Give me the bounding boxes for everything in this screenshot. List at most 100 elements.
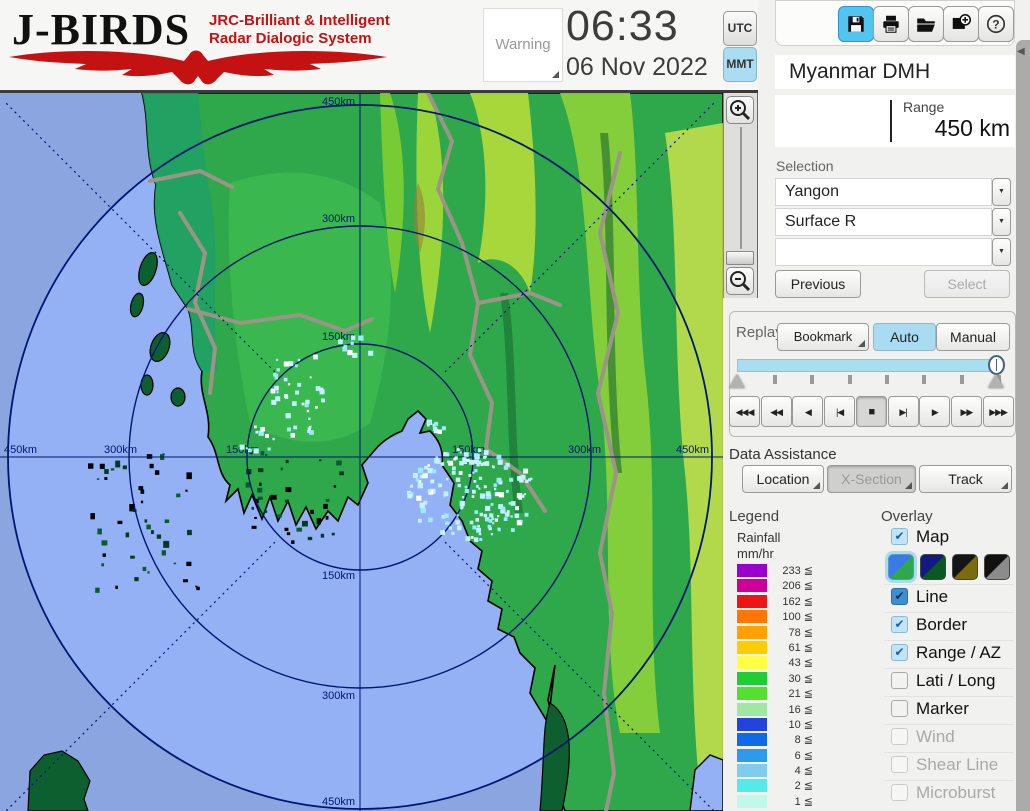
replay-range-marker-start[interactable] [729,374,745,388]
checkbox-range-az[interactable]: ✔ [891,644,908,661]
auto-button[interactable]: Auto [873,323,936,351]
zoom-in-button[interactable] [726,96,754,124]
checkbox-microburst[interactable] [891,784,908,801]
x-section-button[interactable]: X-Section [827,465,916,493]
legend-color-swatch [737,579,767,592]
overlay-item-map[interactable]: ✔Map [884,525,1016,552]
legend-value: 21 ≦ [769,687,813,700]
checkbox-wind[interactable] [891,728,908,745]
overlay-item-microburst[interactable]: Microburst [884,781,1016,808]
legend-row: 4 ≦ [737,763,827,778]
manual-button[interactable]: Manual [936,323,1010,351]
map-zoom-strip [723,93,758,298]
checkbox-map[interactable]: ✔ [891,528,908,545]
playback-forward-fast-button[interactable]: ▶▶▶ [983,396,1014,427]
warning-button[interactable]: Warning [483,8,563,82]
dropdown-product-arrow[interactable]: ▼ [992,208,1011,236]
dropdown-option-arrow[interactable]: ▼ [992,238,1011,266]
clock-date: 06 Nov 2022 [566,53,708,82]
overlay-item-border[interactable]: ✔ Border [884,613,1016,640]
playback-step-first-button[interactable]: |◀ [824,396,855,427]
checkbox-line[interactable]: ✔ [891,588,908,605]
range-label: Range [903,99,944,115]
legend-color-swatch [737,687,767,700]
playback-play-button[interactable]: ▶ [919,396,950,427]
timezone-utc-button[interactable]: UTC [723,11,757,46]
legend-row: 1 ≦ [737,794,827,809]
ring-label: 300km [322,690,355,702]
playback-forward-button[interactable]: ▶▶ [951,396,982,427]
overlay-item-lati-long[interactable]: Lati / Long [884,669,1016,696]
dropdown-option[interactable] [775,238,992,266]
legend-row: 233 ≦ [737,563,827,578]
playback-step-last-button[interactable]: ▶| [888,396,919,427]
legend-value: 10 ≦ [769,718,813,731]
panel-scroll-rail[interactable] [1016,40,1030,811]
dropdown-site[interactable]: Yangon [775,178,992,206]
open-folder-button[interactable] [908,6,944,42]
add-image-button[interactable] [943,6,979,42]
legend-color-swatch [737,733,767,746]
legend-color-swatch [737,626,767,639]
map-style-swatch-3[interactable] [952,554,978,580]
replay-range-marker-end[interactable] [988,374,1004,388]
map-style-swatch-4[interactable] [984,554,1010,580]
overlay-item-label: Border [916,615,967,635]
legend-title-1: Rainfall [737,530,780,545]
legend-row: 8 ≦ [737,732,827,747]
checkbox-shear-line[interactable] [891,756,908,773]
range-value: 450 km [860,115,1010,142]
panel-collapse-arrow-icon[interactable]: ◀ [1017,46,1025,57]
logo-tagline-2: Radar Dialogic System [209,30,372,47]
zoom-slider-track[interactable] [740,127,742,249]
overlay-item-line[interactable]: ✔ Line [884,585,1016,612]
legend-value: 61 ≦ [769,641,813,654]
save-button[interactable] [838,6,874,42]
overlay-item-label: Lati / Long [916,671,995,691]
legend-value: 6 ≦ [769,749,813,762]
overlay-item-label: Line [916,587,948,607]
ring-label: 450km [322,96,355,108]
help-button[interactable]: ? [978,6,1014,42]
replay-tick [922,375,926,384]
location-button[interactable]: Location [742,465,824,493]
dropdown-product[interactable]: Surface R [775,208,992,236]
previous-button[interactable]: Previous [775,270,861,298]
checkbox-border[interactable]: ✔ [891,616,908,633]
replay-slider-handle[interactable] [988,355,1005,375]
checkbox-lati-long[interactable] [891,672,908,689]
legend-value: 100 ≦ [769,610,813,623]
overlay-item-marker[interactable]: Marker [884,697,1016,724]
overlay-item-wind[interactable]: Wind [884,725,1016,752]
dropdown-site-arrow[interactable]: ▼ [992,178,1011,206]
legend-color-swatch [737,595,767,608]
overlay-item-range-az[interactable]: ✔ Range / AZ [884,641,1016,668]
overlay-item-shear-line[interactable]: Shear Line [884,753,1016,780]
zoom-in-icon [727,97,753,123]
track-button[interactable]: Track [919,465,1012,493]
replay-tick [960,375,964,384]
playback-stop-button[interactable]: ■ [856,396,887,427]
legend-row: 21 ≦ [737,686,827,701]
playback-rewind-button[interactable]: ◀◀ [761,396,792,427]
legend-row: 100 ≦ [737,609,827,624]
timezone-mmt-button[interactable]: MMT [723,47,757,82]
map-style-swatch-1[interactable] [888,554,914,580]
legend-color-swatch [737,764,767,777]
playback-rewind-fast-button[interactable]: ◀◀◀ [729,396,760,427]
print-button[interactable] [873,6,909,42]
map-style-swatch-2[interactable] [920,554,946,580]
replay-slider-track[interactable] [737,359,999,372]
select-button[interactable]: Select [924,270,1010,298]
zoom-slider-handle[interactable] [726,251,754,265]
overlay-item-label: Range / AZ [916,643,1001,663]
jbirds-app-window: J-BIRDS JRC-Brilliant & Intelligent Rada… [0,0,1030,811]
checkbox-marker[interactable] [891,700,908,717]
zoom-out-button[interactable] [726,267,754,295]
eagle-logo-icon [6,46,392,86]
replay-label: Replay [736,324,783,341]
bookmark-button[interactable]: Bookmark [777,323,869,351]
overlay-item-label: Shear Line [916,755,998,775]
playback-play-reverse-button[interactable]: ◀ [792,396,823,427]
radar-map[interactable]: 450km300km150km150km300km450km450km300km… [0,93,723,811]
